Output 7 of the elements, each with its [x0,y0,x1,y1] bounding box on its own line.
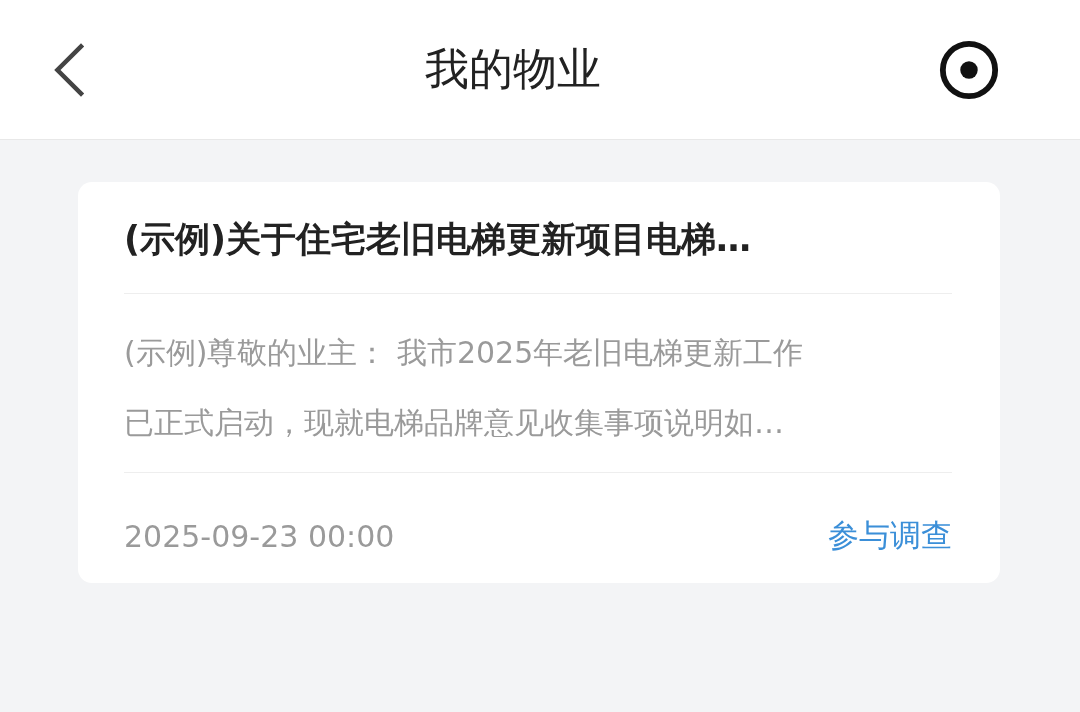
target-icon[interactable] [938,38,1000,101]
notice-date: 2025-09-23 00:00 [124,518,395,554]
notice-text: (示例)尊敬的业主： 我市2025年老旧电梯更新工作 [124,334,805,372]
notice-title: (示例)关于住宅老旧电梯更新项目电梯… [124,218,752,261]
notice-text: 已正式启动，现就电梯品牌意见收集事项说明如… [124,404,785,442]
notice-card[interactable]: (示例)关于住宅老旧电梯更新项目电梯… (示例)尊敬的业主： 我市2025年老旧电梯更新工作 已正式启动，现就电梯品牌意见收集事项说明如… 2025-09-23 00:00 参与调查 [78,182,1000,583]
page-title: 我的物业 [425,42,601,96]
